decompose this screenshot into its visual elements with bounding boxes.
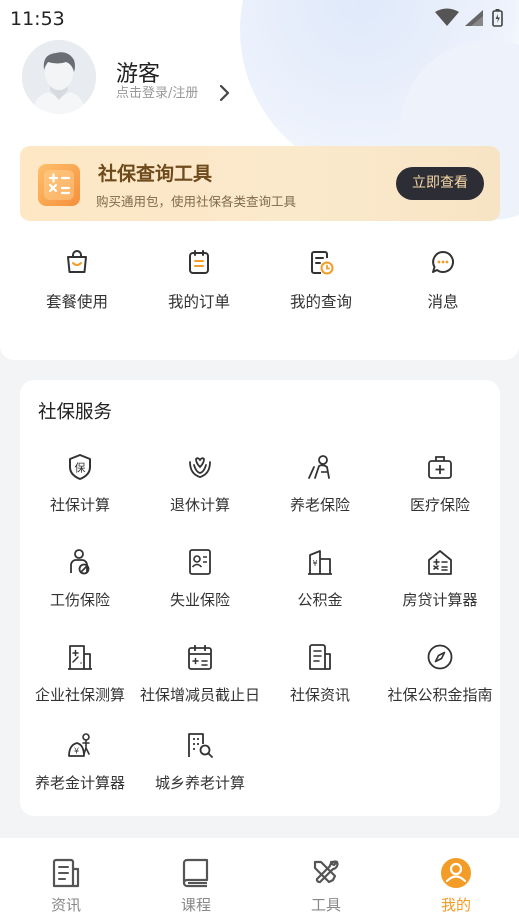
query-history-icon bbox=[311, 251, 334, 275]
avatar[interactable] bbox=[22, 40, 96, 114]
tab-label: 我的 bbox=[440, 896, 471, 914]
service-label: 公积金 bbox=[297, 591, 343, 609]
shield-bao-icon: 保 bbox=[69, 454, 91, 480]
svg-text:¥: ¥ bbox=[312, 559, 317, 568]
service-retire-calc[interactable]: 退休计算 bbox=[135, 452, 265, 515]
service-label: 养老金计算器 bbox=[34, 774, 125, 792]
banner-title: 社保查询工具 bbox=[98, 163, 213, 185]
tab-courses[interactable]: 课程 bbox=[131, 856, 261, 915]
banner-subtitle: 购买通用包，使用社保各类查询工具 bbox=[96, 194, 297, 209]
bottom-tab-bar: 资讯 课程 工具 我的 bbox=[0, 838, 519, 924]
login-link[interactable]: 点击登录/注册 bbox=[116, 82, 198, 101]
tab-tools[interactable]: 工具 bbox=[261, 856, 391, 915]
service-news[interactable]: 社保资讯 bbox=[255, 642, 385, 705]
tab-label: 课程 bbox=[180, 896, 211, 914]
svg-text:保: 保 bbox=[75, 461, 86, 475]
quick-item-package[interactable]: 套餐使用 bbox=[17, 248, 137, 312]
service-injury[interactable]: 工伤保险 bbox=[15, 547, 145, 610]
view-now-button[interactable]: 立即查看 bbox=[396, 167, 484, 200]
service-label: 社保资讯 bbox=[289, 686, 350, 704]
tab-news[interactable]: 资讯 bbox=[1, 856, 131, 915]
house-calc-icon bbox=[428, 550, 452, 575]
service-label: 城乡养老计算 bbox=[154, 774, 245, 792]
quick-label: 我的订单 bbox=[167, 293, 230, 311]
service-label: 养老保险 bbox=[289, 496, 350, 514]
service-enterprise-calc[interactable]: 企业社保测算 bbox=[15, 642, 145, 705]
promo-banner[interactable]: 社保查询工具 购买通用包，使用社保各类查询工具 立即查看 bbox=[20, 146, 500, 221]
status-time: 11:53 bbox=[10, 8, 65, 30]
shopping-bag-icon bbox=[67, 250, 87, 273]
tab-mine[interactable]: 我的 bbox=[391, 856, 519, 915]
book-tab-icon bbox=[182, 858, 209, 888]
service-unemployment[interactable]: 失业保险 bbox=[135, 547, 265, 610]
svg-text:¥: ¥ bbox=[74, 747, 79, 756]
status-icons bbox=[435, 8, 503, 27]
housing-fund-icon: ¥ bbox=[308, 550, 332, 575]
service-label: 医疗保险 bbox=[409, 496, 470, 514]
quick-label: 套餐使用 bbox=[45, 293, 108, 311]
service-label: 社保计算 bbox=[49, 496, 110, 514]
default-avatar-icon bbox=[22, 40, 96, 114]
user-tab-icon bbox=[441, 858, 471, 888]
service-pension[interactable]: 养老保险 bbox=[255, 452, 385, 515]
service-label: 失业保险 bbox=[169, 591, 230, 609]
services-card: 社保服务 保 社保计算 退休计算 养老保险 医疗保险 工伤保险 失业保险 ¥ 公… bbox=[20, 380, 500, 816]
enterprise-calc-icon bbox=[68, 645, 92, 670]
elder-icon bbox=[308, 455, 330, 479]
quick-item-queries[interactable]: 我的查询 bbox=[261, 248, 381, 312]
tools-tab-icon bbox=[313, 860, 339, 884]
service-label: 企业社保测算 bbox=[34, 686, 125, 704]
services-title: 社保服务 bbox=[38, 402, 113, 423]
service-pension-calc[interactable]: ¥ 养老金计算器 bbox=[15, 730, 145, 793]
quick-item-orders[interactable]: 我的订单 bbox=[139, 248, 259, 312]
service-social-calc[interactable]: 保 社保计算 bbox=[15, 452, 145, 515]
quick-label: 消息 bbox=[427, 293, 459, 311]
quick-label: 我的查询 bbox=[289, 293, 352, 311]
order-icon bbox=[189, 250, 209, 274]
tab-label: 工具 bbox=[310, 896, 341, 914]
service-deadline[interactable]: 社保增减员截止日 bbox=[135, 642, 265, 705]
medical-kit-icon bbox=[428, 456, 452, 479]
pension-calc-icon: ¥ bbox=[68, 733, 90, 757]
service-housing-fund[interactable]: ¥ 公积金 bbox=[255, 547, 385, 610]
tab-label: 资讯 bbox=[50, 896, 81, 914]
message-icon bbox=[432, 251, 454, 273]
wifi-icon bbox=[435, 8, 459, 26]
service-label: 社保公积金指南 bbox=[387, 686, 493, 704]
service-label: 社保增减员截止日 bbox=[139, 686, 260, 704]
flower-hands-icon bbox=[189, 457, 211, 478]
news-tab-icon bbox=[52, 858, 80, 888]
service-rural-pension[interactable]: 城乡养老计算 bbox=[135, 730, 265, 793]
service-label: 房贷计算器 bbox=[402, 591, 478, 609]
quick-actions: 套餐使用 我的订单 我的查询 消息 bbox=[0, 248, 519, 318]
service-label: 退休计算 bbox=[169, 496, 230, 514]
status-bar: 11:53 bbox=[0, 0, 519, 36]
news-icon bbox=[309, 644, 331, 670]
chevron-right-icon[interactable] bbox=[218, 84, 230, 102]
profile-header: 11:53 游客 点击登录/注册 社保查询工具 购买通用包，使用社保各类查询工具… bbox=[0, 0, 519, 360]
service-medical[interactable]: 医疗保险 bbox=[375, 452, 505, 515]
id-card-icon bbox=[189, 549, 211, 575]
injury-icon bbox=[70, 549, 90, 575]
calendar-icon bbox=[188, 645, 212, 670]
service-label: 工伤保险 bbox=[49, 591, 110, 609]
calculator-icon bbox=[38, 164, 80, 206]
service-guide[interactable]: 社保公积金指南 bbox=[375, 642, 505, 705]
rural-pension-icon bbox=[188, 733, 213, 758]
compass-icon bbox=[427, 644, 453, 670]
quick-item-messages[interactable]: 消息 bbox=[383, 248, 503, 312]
service-mortgage-calc[interactable]: 房贷计算器 bbox=[375, 547, 505, 610]
